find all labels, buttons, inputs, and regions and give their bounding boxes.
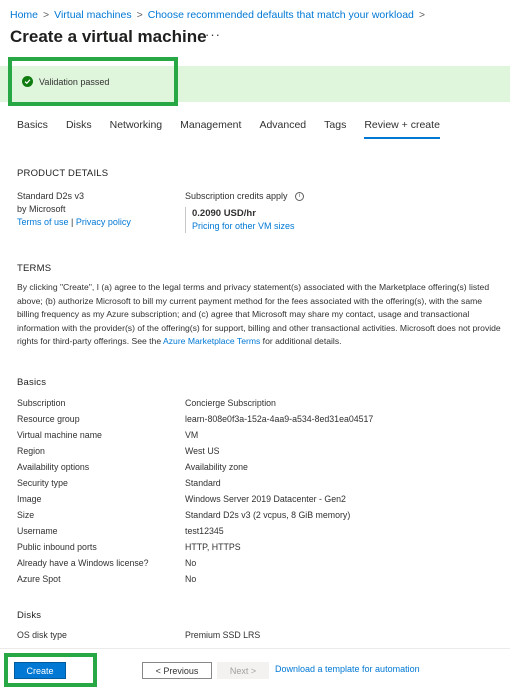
info-icon[interactable]: i — [295, 192, 305, 202]
row-label: Region — [17, 446, 45, 456]
summary-row: Username test12345 — [17, 525, 497, 537]
terms-text: By clicking "Create", I (a) agree to the… — [17, 281, 501, 349]
summary-row: Azure Spot No — [17, 573, 497, 585]
summary-row: OS disk type Premium SSD LRS — [17, 629, 497, 641]
row-label: Availability options — [17, 462, 90, 472]
row-label: Size — [17, 510, 35, 520]
row-value: Standard D2s v3 (2 vcpus, 8 GiB memory) — [185, 510, 351, 520]
basics-heading: Basics — [17, 377, 47, 388]
tab-review-create[interactable]: Review + create — [364, 119, 440, 139]
row-value: Availability zone — [185, 462, 248, 472]
row-label: Already have a Windows license? — [17, 558, 149, 568]
breadcrumb-separator: > — [418, 9, 426, 21]
price-value: 0.2090 USD/hr — [192, 208, 256, 219]
tab-networking[interactable]: Networking — [110, 119, 163, 139]
next-button: Next > — [217, 662, 269, 679]
row-label: Security type — [17, 478, 68, 488]
marketplace-terms-link[interactable]: Azure Marketplace Terms — [163, 336, 260, 346]
row-value: Standard — [185, 478, 221, 488]
summary-row: Region West US — [17, 445, 497, 457]
terms-heading: TERMS — [17, 263, 52, 274]
tab-advanced[interactable]: Advanced — [259, 119, 306, 139]
terms-of-use-link[interactable]: Terms of use — [17, 217, 69, 227]
disks-heading: Disks — [17, 610, 42, 621]
tab-disks[interactable]: Disks — [66, 119, 92, 139]
row-label: Azure Spot — [17, 574, 61, 584]
previous-button[interactable]: < Previous — [142, 662, 212, 679]
more-options-button[interactable]: ··· — [205, 27, 221, 42]
tab-management[interactable]: Management — [180, 119, 241, 139]
breadcrumb-home[interactable]: Home — [10, 9, 38, 21]
product-name: Standard D2s v3 — [17, 191, 85, 201]
row-value: test12345 — [185, 526, 224, 536]
summary-row: Security type Standard — [17, 477, 497, 489]
summary-row: Subscription Concierge Subscription — [17, 397, 497, 409]
breadcrumb-separator: > — [136, 9, 143, 21]
product-publisher: by Microsoft — [17, 204, 66, 214]
product-pricing: Subscription credits apply i 0.2090 USD/… — [185, 190, 305, 233]
summary-row: Resource group learn-808e0f3a-152a-4aa9-a… — [17, 413, 497, 425]
breadcrumb-separator: > — [43, 9, 50, 21]
row-label: Username — [17, 526, 58, 536]
breadcrumb-virtual-machines[interactable]: Virtual machines — [54, 9, 131, 21]
row-value: Concierge Subscription — [185, 398, 276, 408]
validation-highlight-box — [8, 57, 178, 106]
row-value: Windows Server 2019 Datacenter - Gen2 — [185, 494, 346, 504]
row-value: learn-808e0f3a-152a-4aa9-a534-8ed31ea045… — [185, 414, 374, 424]
summary-row: Already have a Windows license? No — [17, 557, 497, 569]
breadcrumb-defaults[interactable]: Choose recommended defaults that match y… — [148, 9, 414, 21]
privacy-policy-link[interactable]: Privacy policy — [76, 217, 131, 227]
row-value: Premium SSD LRS — [185, 630, 261, 640]
summary-row: Public inbound ports HTTP, HTTPS — [17, 541, 497, 553]
terms-body-end: for additional details. — [260, 336, 342, 347]
summary-row: Availability options Availability zone — [17, 461, 497, 473]
row-label: Public inbound ports — [17, 542, 97, 552]
row-label: Image — [17, 494, 42, 504]
footer-divider — [0, 648, 510, 649]
wizard-tabs: Basics Disks Networking Management Advan… — [17, 119, 458, 139]
tab-basics[interactable]: Basics — [17, 119, 48, 139]
row-label: Virtual machine name — [17, 430, 102, 440]
pricing-other-sizes-link[interactable]: Pricing for other VM sizes — [192, 220, 304, 233]
product-details-heading: PRODUCT DETAILS — [17, 168, 109, 179]
link-separator: | — [71, 217, 74, 227]
summary-row: Size Standard D2s v3 (2 vcpus, 8 GiB memo… — [17, 509, 497, 521]
product-summary: Standard D2s v3 by Microsoft Terms of us… — [17, 190, 131, 229]
create-highlight-box — [4, 653, 97, 687]
tab-tags[interactable]: Tags — [324, 119, 346, 139]
summary-row: Virtual machine name VM — [17, 429, 497, 441]
row-value: No — [185, 574, 197, 584]
price-box: 0.2090 USD/hr Pricing for other VM sizes — [185, 207, 304, 233]
row-value: No — [185, 558, 197, 568]
row-value: West US — [185, 446, 220, 456]
row-value: HTTP, HTTPS — [185, 542, 241, 552]
credits-label: Subscription credits apply — [185, 191, 288, 201]
breadcrumb: Home > Virtual machines > Choose recommended… — [10, 9, 430, 21]
row-label: Resource group — [17, 414, 80, 424]
row-label: OS disk type — [17, 630, 67, 640]
summary-row: Image Windows Server 2019 Datacenter - Ge… — [17, 493, 497, 505]
row-value: VM — [185, 430, 199, 440]
page-title: Create a virtual machine — [10, 27, 207, 46]
download-template-link[interactable]: Download a template for automation — [275, 664, 420, 674]
row-label: Subscription — [17, 398, 66, 408]
